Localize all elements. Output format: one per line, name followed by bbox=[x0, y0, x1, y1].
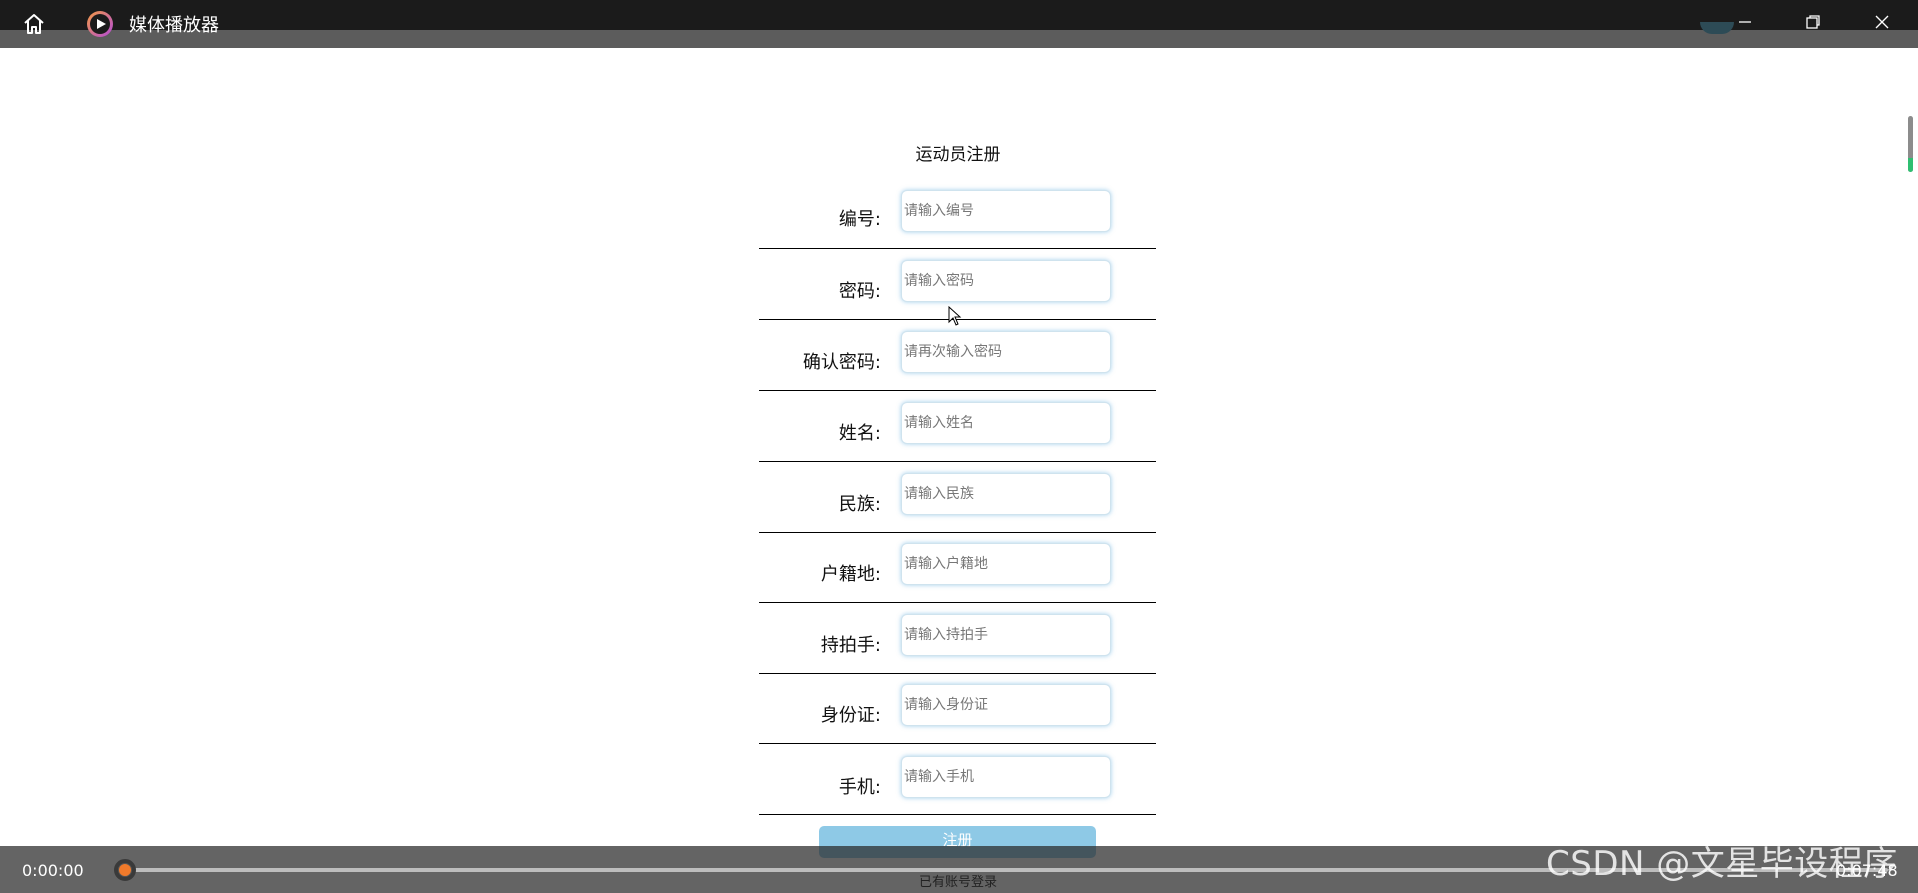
form-row-id: 编号: bbox=[759, 177, 1156, 249]
hometown-label: 户籍地: bbox=[820, 564, 881, 585]
app-title: 媒体播放器 bbox=[129, 15, 219, 36]
id-card-input[interactable] bbox=[901, 684, 1111, 726]
password-label: 密码: bbox=[838, 281, 881, 302]
name-input[interactable] bbox=[901, 402, 1111, 444]
form-row-id-card: 身份证: bbox=[759, 672, 1156, 744]
confirm-password-label: 确认密码: bbox=[802, 352, 881, 373]
id-label: 编号: bbox=[838, 209, 881, 230]
form-row-hometown: 户籍地: bbox=[759, 531, 1156, 603]
mouse-cursor-icon bbox=[948, 305, 962, 328]
home-icon[interactable] bbox=[20, 10, 48, 38]
form-row-confirm-password: 确认密码: bbox=[759, 319, 1156, 391]
title-bar: 媒体播放器 bbox=[0, 0, 1918, 48]
form-row-name: 姓名: bbox=[759, 390, 1156, 462]
confirm-password-input[interactable] bbox=[901, 331, 1111, 373]
password-input[interactable] bbox=[901, 260, 1111, 302]
seek-thumb[interactable] bbox=[114, 859, 136, 881]
minimize-button[interactable] bbox=[1727, 8, 1763, 38]
form-row-phone: 手机: bbox=[759, 743, 1156, 815]
id-card-label: 身份证: bbox=[820, 705, 881, 726]
ethnicity-input[interactable] bbox=[901, 473, 1111, 515]
phone-label: 手机: bbox=[838, 777, 881, 798]
hometown-input[interactable] bbox=[901, 543, 1111, 585]
close-button[interactable] bbox=[1864, 8, 1900, 38]
media-player-logo-icon bbox=[86, 10, 114, 38]
form-row-ethnicity: 民族: bbox=[759, 461, 1156, 533]
form-row-handedness: 持拍手: bbox=[759, 602, 1156, 674]
title-bar-strip bbox=[0, 30, 1918, 48]
name-label: 姓名: bbox=[838, 423, 881, 444]
form-title: 运动员注册 bbox=[915, 145, 1001, 165]
watermark-text: CSDN @文星毕设程序 bbox=[1546, 844, 1898, 884]
phone-input[interactable] bbox=[901, 756, 1111, 798]
id-input[interactable] bbox=[901, 190, 1111, 232]
current-time: 0:00:00 bbox=[22, 861, 84, 880]
handedness-input[interactable] bbox=[901, 614, 1111, 656]
handedness-label: 持拍手: bbox=[820, 635, 881, 656]
vertical-scrollbar[interactable] bbox=[1908, 116, 1913, 172]
login-link[interactable]: 已有账号登录 bbox=[900, 871, 1016, 890]
restore-button[interactable] bbox=[1795, 8, 1831, 38]
ethnicity-label: 民族: bbox=[838, 494, 881, 515]
